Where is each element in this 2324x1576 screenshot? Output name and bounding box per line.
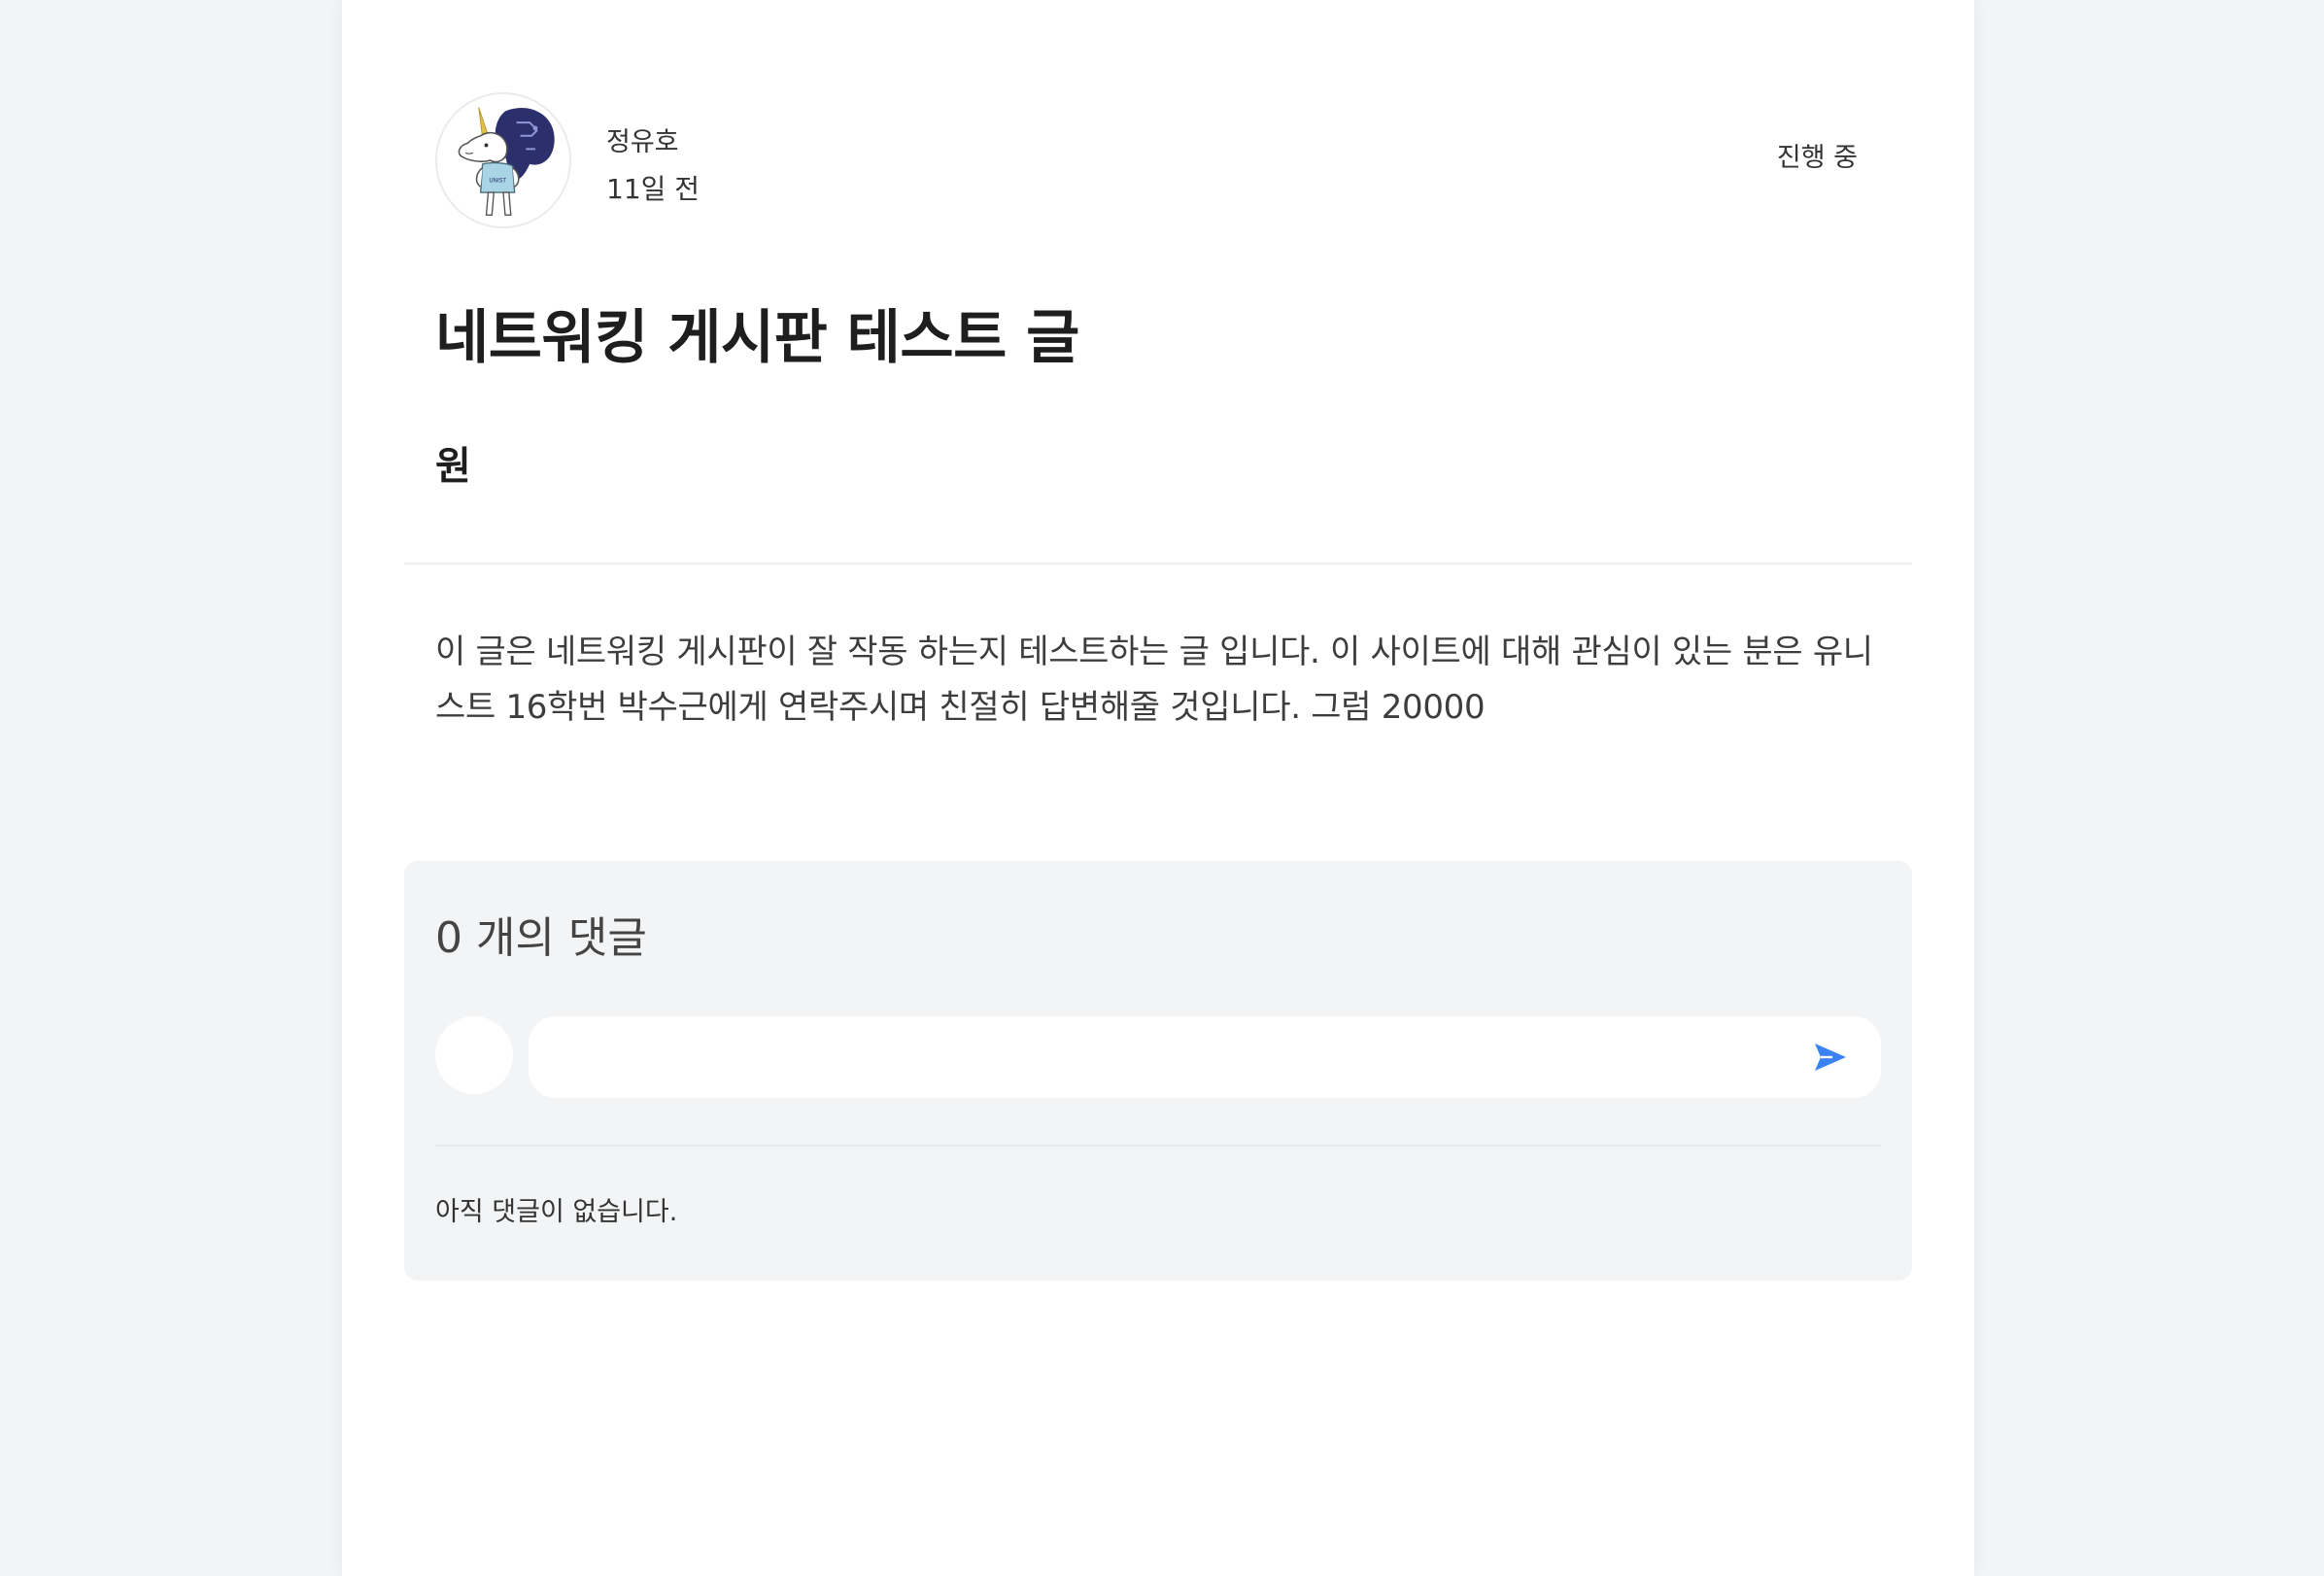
post-card: UNIST 정유호 11일 전 진행 중 네트워킹 게시판 테스트 글 원 이 … [342, 0, 1974, 1576]
comment-input-container [529, 1016, 1881, 1100]
content-divider [404, 563, 1912, 565]
no-comments-message: 아직 댓글이 없습니다. [435, 1197, 678, 1227]
post-body: 이 글은 네트워킹 게시판이 잘 작동 하는지 테스트하는 글 입니다. 이 사… [435, 633, 1873, 727]
comment-user-avatar [435, 1016, 513, 1094]
send-icon [1815, 1044, 1846, 1071]
comments-divider [435, 1145, 1881, 1147]
send-comment-button[interactable] [1811, 1036, 1854, 1079]
author-name[interactable]: 정유호 [606, 126, 679, 159]
post-time: 11일 전 [606, 173, 701, 205]
comment-input[interactable] [556, 1016, 1764, 1100]
post-price: 원 [435, 444, 471, 489]
unicorn-mascot-icon: UNIST [437, 94, 569, 226]
comments-count: 0 개의 댓글 [435, 913, 647, 963]
author-avatar[interactable]: UNIST [435, 92, 571, 228]
status-badge: 진행 중 [1776, 143, 1858, 173]
post-title: 네트워킹 게시판 테스트 글 [435, 304, 1079, 372]
svg-text:UNIST: UNIST [489, 178, 506, 184]
comments-section: 0 개의 댓글 아직 댓글이 없습니다. [404, 861, 1912, 1281]
